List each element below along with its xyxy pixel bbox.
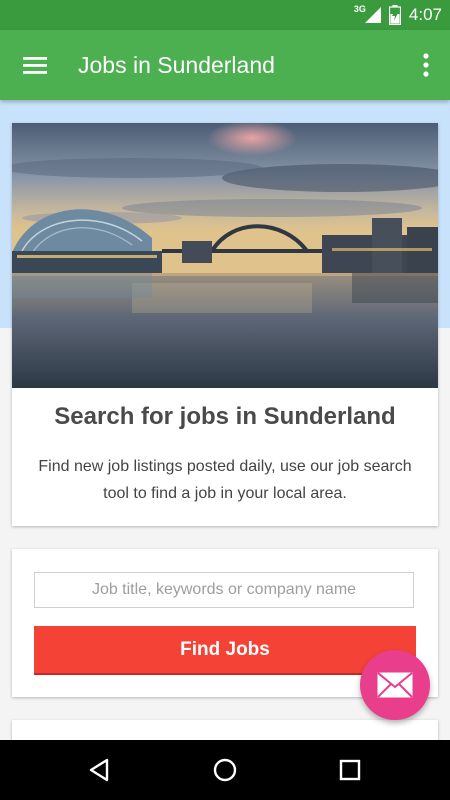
- status-bar: 3G 4:07: [0, 0, 450, 30]
- more-vertical-icon[interactable]: [420, 52, 432, 78]
- app-title: Jobs in Sunderland: [78, 52, 275, 78]
- back-icon[interactable]: [85, 755, 115, 785]
- hamburger-menu-icon[interactable]: [22, 53, 48, 77]
- email-fab-button[interactable]: [360, 650, 430, 720]
- network-type-label: 3G: [353, 4, 366, 14]
- status-icons: 3G 4:07: [354, 0, 442, 30]
- recents-icon[interactable]: [335, 755, 365, 785]
- job-search-input[interactable]: [34, 572, 414, 608]
- app-bar: Jobs in Sunderland: [0, 30, 450, 100]
- hero-card: Search for jobs in Sunderland Find new j…: [12, 123, 438, 526]
- city-river-bridge-photo: [12, 123, 438, 388]
- status-time: 4:07: [408, 5, 442, 24]
- hero-description: Find new job listings posted daily, use …: [38, 458, 412, 502]
- mail-icon: [377, 672, 413, 698]
- home-icon[interactable]: [210, 755, 240, 785]
- signal-icon: [364, 7, 381, 23]
- battery-icon: [388, 5, 401, 25]
- hero-title: Search for jobs in Sunderland: [54, 403, 396, 430]
- find-jobs-button[interactable]: Find Jobs: [34, 626, 416, 675]
- system-nav-bar: [0, 740, 450, 800]
